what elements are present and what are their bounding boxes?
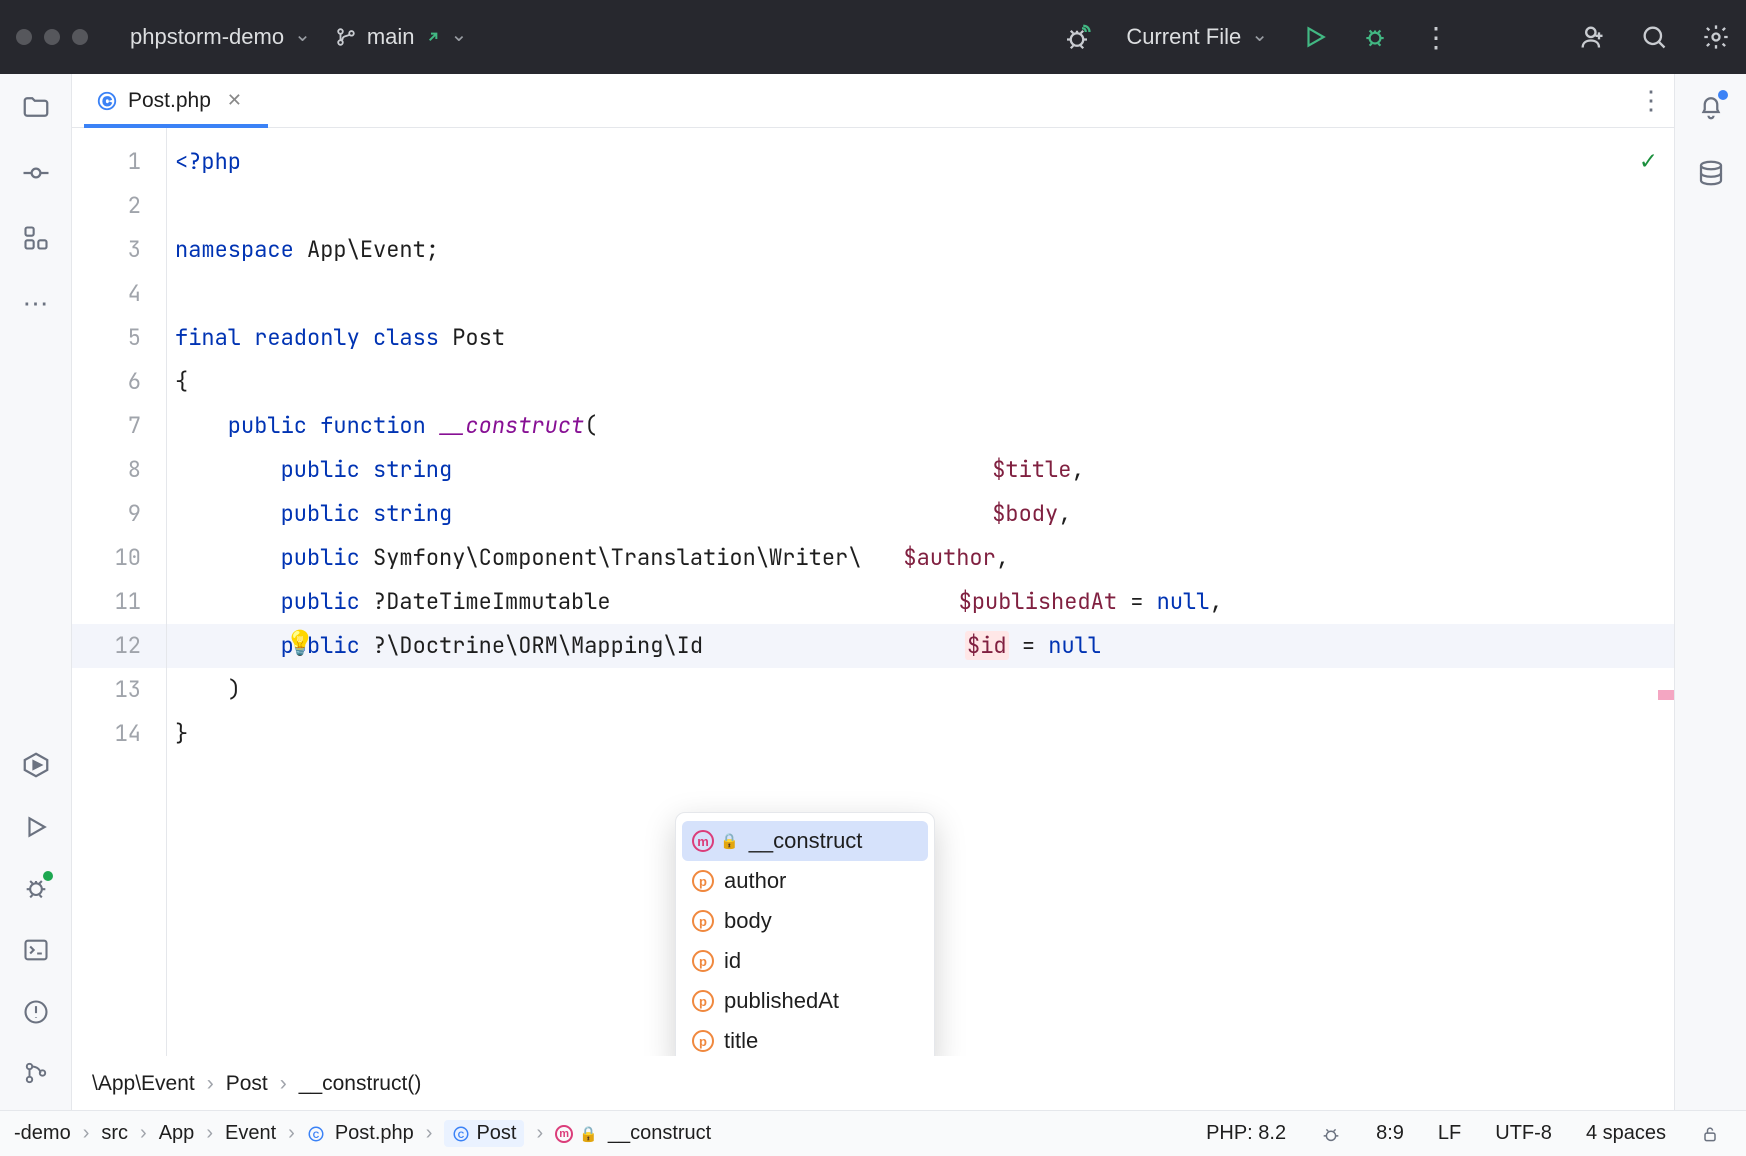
gutter: 123 456 789 1011 12 1314 <box>72 128 167 1056</box>
branch-name: main <box>367 24 415 50</box>
chevron-down-icon <box>451 24 468 50</box>
terminal-icon[interactable] <box>22 936 50 964</box>
run-tool-icon[interactable] <box>23 814 49 840</box>
class-icon: C <box>452 1125 470 1143</box>
more-icon[interactable]: ⋯ <box>23 288 49 319</box>
svg-text:C: C <box>458 1129 465 1139</box>
popup-item-label: __construct <box>749 828 863 854</box>
chevron-down-icon <box>1251 24 1268 50</box>
crumb-class[interactable]: Post <box>226 1072 268 1096</box>
popup-item-body[interactable]: p body <box>676 901 934 941</box>
structure-icon[interactable] <box>22 224 50 252</box>
run-icon[interactable] <box>1302 24 1328 50</box>
crumb-method[interactable]: __construct() <box>299 1072 422 1096</box>
popup-item-label: title <box>724 1028 758 1054</box>
property-icon: p <box>692 950 714 972</box>
crumb-namespace[interactable]: \App\Event <box>92 1072 195 1096</box>
run-config-label: Current File <box>1126 24 1241 50</box>
project-name: phpstorm-demo <box>130 24 284 50</box>
nav-crumb[interactable]: __construct <box>608 1122 711 1145</box>
svg-text:C: C <box>313 1129 320 1139</box>
tab-kebab-icon[interactable]: ⋮ <box>1638 85 1662 116</box>
tab-label: Post.php <box>128 89 211 113</box>
search-icon[interactable] <box>1640 23 1668 51</box>
property-icon: p <box>692 870 714 892</box>
code-with-me-icon[interactable] <box>1578 23 1606 51</box>
chevron-down-icon <box>294 24 311 50</box>
notifications-icon[interactable] <box>1696 92 1726 122</box>
problems-icon[interactable] <box>22 998 50 1026</box>
structure-popup: m 🔒 __construct p author p body p id <box>675 812 935 1056</box>
close-window[interactable] <box>16 29 32 45</box>
left-tool-rail: ⋯ <box>0 74 72 1110</box>
code-editor[interactable]: 123 456 789 1011 12 1314 ✓ <?php namespa… <box>72 128 1674 1056</box>
popup-item-construct[interactable]: m 🔒 __construct <box>682 821 928 861</box>
nav-crumb[interactable]: -demo <box>14 1122 71 1145</box>
popup-item-label: author <box>724 868 786 894</box>
error-stripe-marker[interactable] <box>1658 690 1674 700</box>
nav-crumb[interactable]: App <box>159 1122 195 1145</box>
gear-icon[interactable] <box>1702 23 1730 51</box>
popup-item-title[interactable]: p title <box>676 1021 934 1056</box>
window-controls[interactable] <box>16 29 88 45</box>
class-file-icon: C <box>307 1125 325 1143</box>
inspection-ok-icon[interactable]: ✓ <box>1640 142 1656 177</box>
branch-selector[interactable]: main <box>335 24 467 50</box>
project-selector[interactable]: phpstorm-demo <box>130 24 311 50</box>
php-version[interactable]: PHP: 8.2 <box>1206 1122 1286 1145</box>
popup-item-label: id <box>724 948 741 974</box>
push-arrow-icon <box>425 29 441 45</box>
right-tool-rail <box>1674 74 1746 1110</box>
line-separator[interactable]: LF <box>1438 1122 1461 1145</box>
bug-services-icon[interactable] <box>1062 22 1092 52</box>
popup-item-id[interactable]: p id <box>676 941 934 981</box>
database-icon[interactable] <box>1696 158 1726 188</box>
property-icon: p <box>692 1030 714 1052</box>
commit-icon[interactable] <box>21 158 51 188</box>
nav-crumb-class[interactable]: C Post <box>444 1120 524 1147</box>
kebab-icon[interactable]: ⋮ <box>1422 21 1450 54</box>
code-content[interactable]: ✓ <?php namespace App\Event; final reado… <box>167 128 1674 1056</box>
nav-crumb[interactable]: src <box>101 1122 128 1145</box>
run-config-selector[interactable]: Current File <box>1126 24 1268 50</box>
minimize-window[interactable] <box>44 29 60 45</box>
svg-text:C: C <box>103 94 112 108</box>
indent[interactable]: 4 spaces <box>1586 1122 1666 1145</box>
tab-post-php[interactable]: C Post.php ✕ <box>84 74 254 127</box>
readonly-lock-icon[interactable] <box>1700 1124 1720 1144</box>
intention-bulb-icon[interactable]: 💡 <box>285 628 315 659</box>
branch-icon <box>335 26 357 48</box>
listening-icon[interactable] <box>1320 1123 1342 1145</box>
method-icon: m <box>692 830 714 852</box>
property-icon: p <box>692 990 714 1012</box>
lock-icon: 🔒 <box>579 1125 598 1143</box>
popup-item-author[interactable]: p author <box>676 861 934 901</box>
project-folder-icon[interactable] <box>21 92 51 122</box>
titlebar: phpstorm-demo main Current File ⋮ <box>0 0 1746 74</box>
lock-icon: 🔒 <box>720 832 739 850</box>
close-icon[interactable]: ✕ <box>227 90 242 111</box>
class-file-icon: C <box>96 90 118 112</box>
popup-item-label: publishedAt <box>724 988 839 1014</box>
debug-icon[interactable] <box>1362 24 1388 50</box>
property-icon: p <box>692 910 714 932</box>
nav-crumb[interactable]: Event <box>225 1122 276 1145</box>
editor-area: C Post.php ✕ ⋮ 123 456 789 1011 12 1314 … <box>72 74 1674 1110</box>
encoding[interactable]: UTF-8 <box>1495 1122 1552 1145</box>
statusbar: -demo› src› App› Event› C Post.php› C Po… <box>0 1110 1746 1156</box>
vcs-icon[interactable] <box>23 1060 49 1086</box>
services-icon[interactable] <box>21 750 51 780</box>
editor-tabs: C Post.php ✕ ⋮ <box>72 74 1674 128</box>
popup-item-label: body <box>724 908 772 934</box>
method-icon: m <box>555 1125 573 1143</box>
maximize-window[interactable] <box>72 29 88 45</box>
nav-crumb[interactable]: Post.php <box>335 1122 414 1145</box>
sticky-breadcrumbs: \App\Event › Post › __construct() <box>72 1056 1674 1110</box>
popup-item-publishedat[interactable]: p publishedAt <box>676 981 934 1021</box>
cursor-position[interactable]: 8:9 <box>1376 1122 1404 1145</box>
debug-tool-icon[interactable] <box>22 874 50 902</box>
